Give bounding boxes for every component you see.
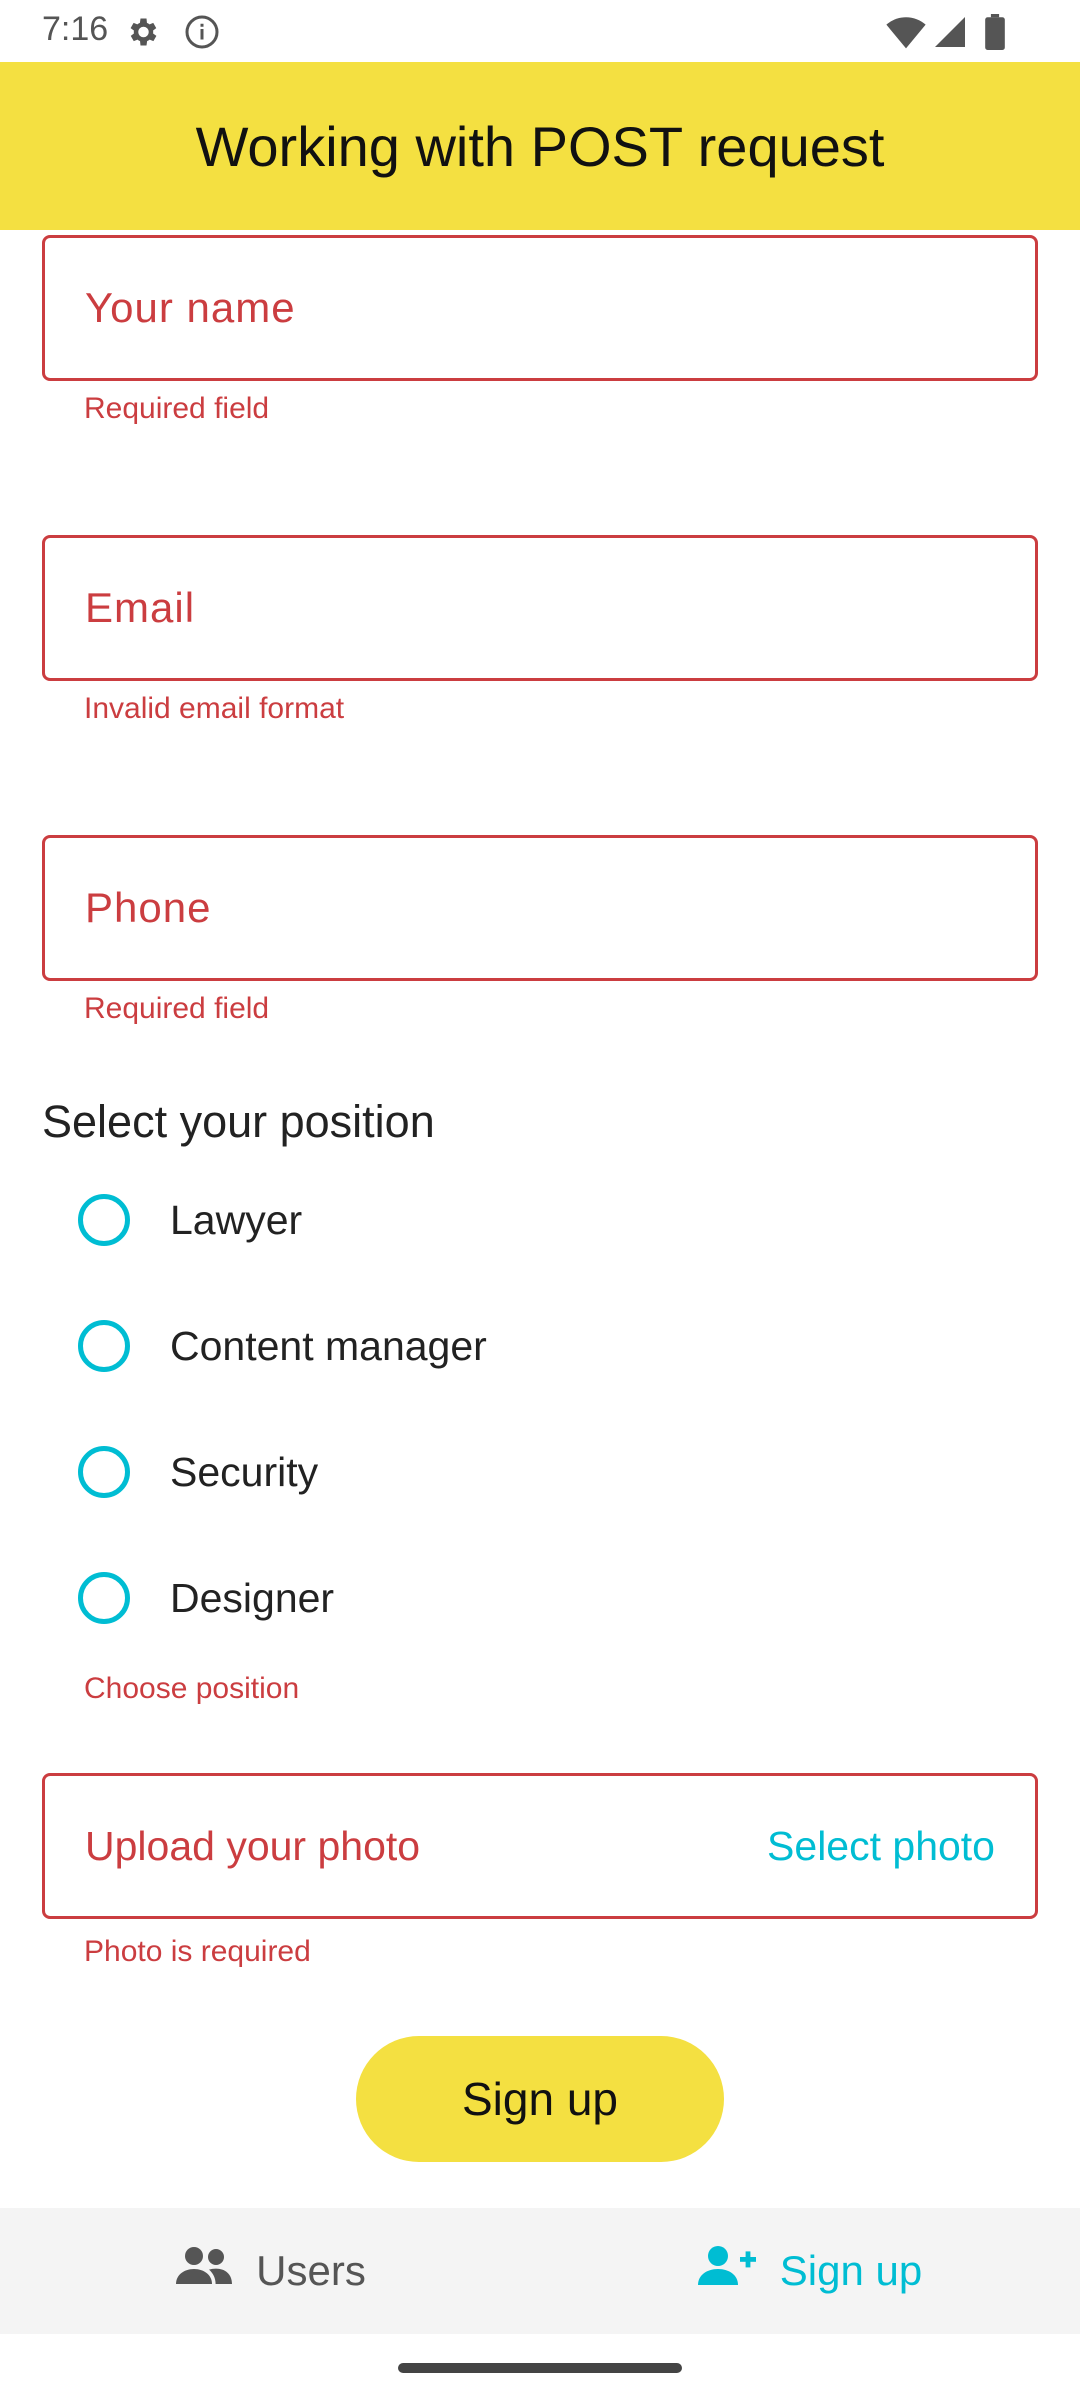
app-bar: Working with POST request	[0, 62, 1080, 230]
photo-upload-field[interactable]: Upload your photo Select photo	[42, 1773, 1038, 1919]
nav-item-users-label: Users	[256, 2247, 366, 2294]
signal-icon	[932, 14, 968, 55]
select-photo-button[interactable]: Select photo	[767, 1823, 995, 1870]
battery-icon	[984, 14, 1006, 55]
phone-error-text: Required field	[84, 992, 270, 1025]
bottom-navigation: Users Sign up	[0, 2208, 1080, 2334]
radio-button-icon[interactable]	[78, 1446, 130, 1498]
phone-field[interactable]: Phone	[42, 835, 1038, 981]
name-field-label: Your name	[85, 284, 296, 331]
email-error-text: Invalid email format	[84, 692, 345, 725]
radio-option-content-manager[interactable]: Content manager	[78, 1316, 487, 1376]
home-indicator[interactable]	[398, 2363, 682, 2373]
radio-option-designer[interactable]: Designer	[78, 1568, 334, 1628]
phone-field-label: Phone	[85, 884, 212, 931]
nav-item-users[interactable]: Users	[0, 2208, 540, 2334]
status-bar: 7:16	[0, 0, 1080, 62]
radio-label: Content manager	[170, 1322, 487, 1369]
radio-label: Designer	[170, 1574, 335, 1621]
radio-button-icon[interactable]	[78, 1320, 130, 1372]
people-icon	[174, 2244, 234, 2298]
status-time: 7:16	[42, 10, 109, 48]
radio-button-icon[interactable]	[78, 1572, 130, 1624]
radio-label: Lawyer	[170, 1196, 303, 1243]
name-error-text: Required field	[84, 392, 270, 425]
radio-option-lawyer[interactable]: Lawyer	[78, 1190, 302, 1250]
wifi-icon	[886, 14, 926, 55]
nav-item-sign-up[interactable]: Sign up	[540, 2208, 1080, 2334]
info-icon	[184, 14, 220, 55]
person-add-icon	[697, 2243, 758, 2299]
page-title: Working with POST request	[195, 114, 885, 178]
photo-upload-label: Upload your photo	[85, 1822, 421, 1869]
position-section-title: Select your position	[42, 1096, 435, 1147]
photo-error-text: Photo is required	[84, 1935, 311, 1968]
radio-label: Security	[170, 1448, 319, 1495]
sign-up-button[interactable]: Sign up	[356, 2036, 724, 2162]
position-error-text: Choose position	[84, 1672, 300, 1705]
settings-gear-icon	[124, 14, 160, 55]
email-field[interactable]: Email	[42, 535, 1038, 681]
name-field[interactable]: Your name	[42, 235, 1038, 381]
radio-button-icon[interactable]	[78, 1194, 130, 1246]
nav-item-sign-up-label: Sign up	[779, 2247, 923, 2294]
email-field-label: Email	[85, 584, 196, 631]
radio-option-security[interactable]: Security	[78, 1442, 318, 1502]
